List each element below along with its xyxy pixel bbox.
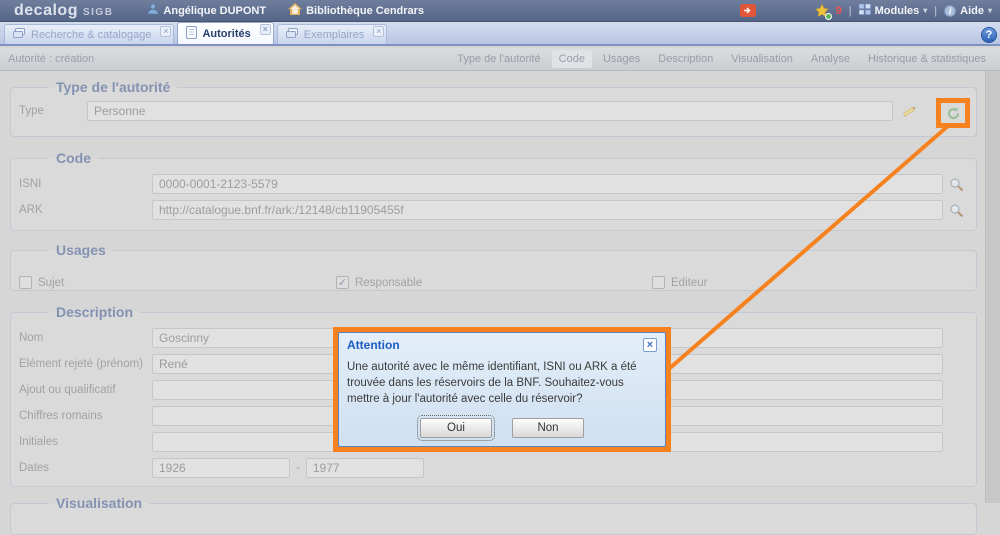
modules-grid-icon: [859, 4, 871, 18]
user-menu[interactable]: Angélique DUPONT: [147, 3, 266, 18]
tab-strip: Recherche & catalogage × Autorités × Exe…: [0, 22, 1000, 46]
nav-historique[interactable]: Historique & statistiques: [868, 53, 986, 65]
edit-pencil-icon[interactable]: [901, 103, 919, 119]
modules-menu[interactable]: Modules ▾: [859, 4, 928, 18]
home-icon: [288, 3, 302, 18]
nom-label: Nom: [19, 332, 152, 344]
nav-type-autorite[interactable]: Type de l'autorité: [457, 53, 540, 65]
type-label: Type: [19, 105, 87, 117]
checkbox-label: Sujet: [38, 277, 64, 289]
close-icon[interactable]: ×: [373, 26, 384, 37]
breadcrumb-bar: Autorité : création Type de l'autorité C…: [0, 48, 1000, 71]
checkbox-box[interactable]: [19, 276, 32, 289]
dates-label: Dates: [19, 462, 152, 474]
search-icon[interactable]: [949, 177, 964, 192]
checkbox-label: Responsable: [355, 277, 422, 289]
separator: |: [849, 5, 852, 17]
section-legend: Visualisation: [49, 495, 149, 511]
element-rejete-label: Elément rejeté (prénom): [19, 358, 152, 370]
user-name: Angélique DUPONT: [163, 5, 266, 17]
chevron-down-icon: ▾: [988, 6, 992, 15]
section-usages: Usages Sujet Responsable Editeur: [10, 242, 977, 291]
favorites-icon[interactable]: [815, 4, 829, 18]
date-to-input[interactable]: [306, 458, 424, 478]
type-input[interactable]: [87, 101, 893, 121]
close-icon[interactable]: ×: [260, 24, 271, 35]
section-code: Code ISNI ARK: [10, 150, 977, 231]
nav-usages[interactable]: Usages: [603, 53, 640, 65]
section-visualisation: Visualisation: [10, 495, 977, 535]
papers-icon: [13, 28, 26, 42]
checkbox-label: Editeur: [671, 277, 707, 289]
vertical-scrollbar[interactable]: [985, 71, 1000, 503]
user-icon: [147, 3, 159, 18]
checkbox-editeur[interactable]: Editeur: [652, 276, 707, 289]
close-icon[interactable]: ×: [160, 26, 171, 37]
date-from-input[interactable]: [152, 458, 290, 478]
section-legend: Usages: [49, 242, 113, 258]
section-legend: Type de l'autorité: [49, 79, 177, 95]
date-separator: -: [296, 462, 300, 474]
dialog-title: Attention: [347, 338, 400, 352]
top-bar: decalog SIGB Angélique DUPONT Bibliothèq…: [0, 0, 1000, 22]
attention-dialog: Attention × Une autorité avec le même id…: [333, 327, 671, 452]
nav-visualisation[interactable]: Visualisation: [731, 53, 793, 65]
chiffres-romains-label: Chiffres romains: [19, 410, 152, 422]
logo-text: decalog: [14, 2, 78, 20]
annotation-highlight-box: [936, 98, 970, 128]
document-icon: [186, 26, 197, 42]
separator: |: [934, 5, 937, 17]
bnf-sync-button[interactable]: [946, 106, 961, 121]
page-title: Autorité : création: [8, 53, 94, 65]
help-menu[interactable]: i Aide ▾: [944, 5, 992, 17]
isni-input[interactable]: [152, 174, 943, 194]
section-nav: Type de l'autorité Code Usages Descripti…: [457, 53, 986, 65]
dialog-message: Une autorité avec le même identifiant, I…: [347, 360, 653, 408]
favorites-count: 9: [836, 5, 842, 17]
no-button[interactable]: Non: [512, 418, 584, 438]
close-icon[interactable]: ×: [643, 338, 657, 352]
checkbox-box-checked[interactable]: [336, 276, 349, 289]
tab-recherche-catalogage[interactable]: Recherche & catalogage ×: [4, 24, 174, 44]
tab-label: Autorités: [202, 28, 250, 40]
section-legend: Code: [49, 150, 98, 166]
papers-icon: [286, 28, 299, 42]
help-label: Aide: [960, 5, 984, 17]
info-icon: i: [944, 5, 956, 17]
checkbox-responsable[interactable]: Responsable: [336, 276, 652, 289]
tab-autorites[interactable]: Autorités ×: [177, 22, 273, 44]
checkbox-box[interactable]: [652, 276, 665, 289]
section-legend: Description: [49, 304, 140, 320]
isni-label: ISNI: [19, 178, 152, 190]
nav-code[interactable]: Code: [552, 50, 592, 68]
ark-label: ARK: [19, 204, 152, 216]
checkbox-sujet[interactable]: Sujet: [19, 276, 336, 289]
search-icon[interactable]: [949, 203, 964, 218]
help-question-icon[interactable]: ?: [981, 27, 997, 43]
section-type-autorite: Type de l'autorité Type: [10, 79, 977, 137]
tab-label: Recherche & catalogage: [31, 29, 151, 41]
nav-analyse[interactable]: Analyse: [811, 53, 850, 65]
app-logo: decalog SIGB: [14, 2, 113, 20]
modules-label: Modules: [875, 5, 920, 17]
tab-label: Exemplaires: [304, 29, 365, 41]
library-name: Bibliothèque Cendrars: [306, 5, 424, 17]
initiales-label: Initiales: [19, 436, 152, 448]
library-menu[interactable]: Bibliothèque Cendrars: [288, 3, 424, 18]
ark-input[interactable]: [152, 200, 943, 220]
tab-exemplaires[interactable]: Exemplaires ×: [277, 24, 388, 44]
logout-icon[interactable]: [740, 4, 756, 17]
yes-button[interactable]: Oui: [420, 418, 492, 438]
logo-suffix: SIGB: [83, 7, 113, 18]
nav-description[interactable]: Description: [658, 53, 713, 65]
ajout-qualificatif-label: Ajout ou qualificatif: [19, 384, 152, 396]
chevron-down-icon: ▾: [923, 6, 927, 15]
favorites-add-badge: [825, 13, 832, 20]
